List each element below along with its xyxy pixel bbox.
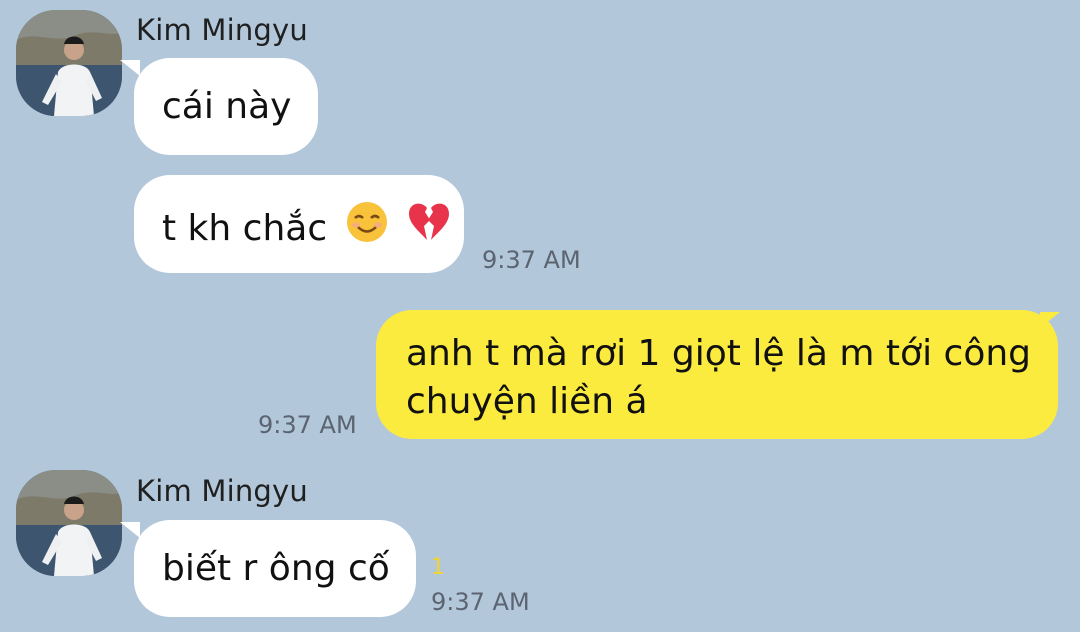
sender-name: Kim Mingyu: [136, 13, 308, 47]
message-text-line: anh t mà rơi 1 giọt lệ là m tới công: [406, 333, 1032, 374]
message-timestamp: 9:37 AM: [482, 246, 581, 274]
message-timestamp: 9:37 AM: [258, 411, 357, 439]
message-text-line: chuyện liền á: [406, 381, 648, 422]
profile-photo-avatar: [16, 470, 122, 576]
message-text: cái này: [162, 86, 292, 127]
profile-photo-avatar: [16, 10, 122, 116]
sender-avatar[interactable]: [16, 470, 122, 576]
message-bubble[interactable]: t kh chắc: [134, 175, 464, 273]
message-text: biết r ông cố: [162, 548, 390, 589]
sender-avatar[interactable]: [16, 10, 122, 116]
unread-count: 1: [431, 555, 445, 580]
message-timestamp: 9:37 AM: [431, 588, 530, 616]
bubble-tail: [120, 60, 140, 76]
broken-heart-icon: [406, 200, 452, 257]
bubble-tail: [1040, 312, 1060, 328]
message-bubble[interactable]: anh t mà rơi 1 giọt lệ là m tới công chu…: [376, 310, 1058, 439]
message-bubble[interactable]: biết r ông cố: [134, 520, 416, 617]
bubble-tail: [120, 522, 140, 538]
sender-name: Kim Mingyu: [136, 474, 308, 508]
message-text: t kh chắc: [162, 207, 328, 249]
smiling-face-icon: [345, 200, 389, 257]
message-bubble[interactable]: cái này: [134, 58, 318, 155]
